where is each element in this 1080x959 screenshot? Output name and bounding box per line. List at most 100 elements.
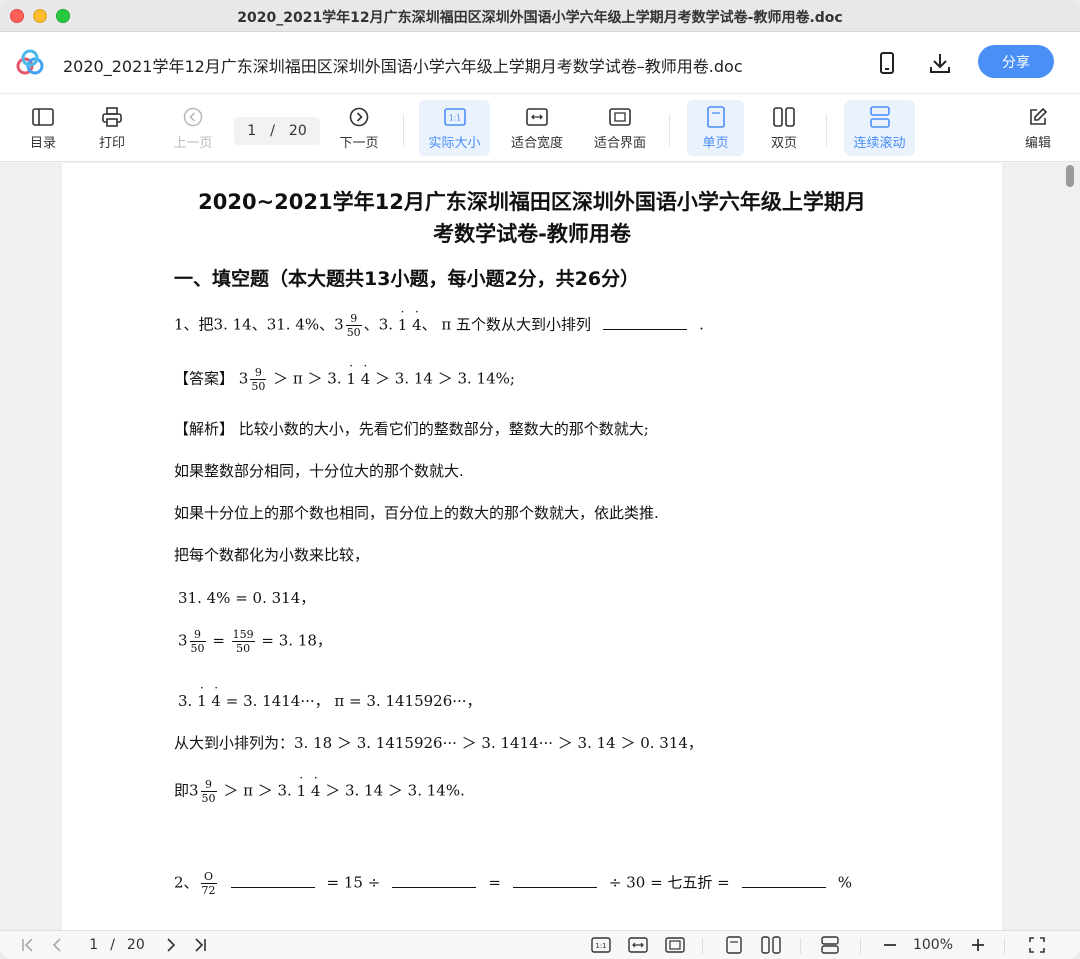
double-page-icon — [773, 106, 795, 128]
question-2: 2、 O 72 = 15 ÷ = ÷ 30 = 七五折 =% — [174, 870, 853, 897]
download-button[interactable] — [927, 50, 953, 76]
title-bar: 2020_2021学年12月广东深圳福田区深圳外国语小学六年级上学期月考数学试卷… — [0, 0, 1080, 32]
continuous-scroll-label: 连续滚动 — [853, 135, 906, 151]
status-divider — [800, 938, 801, 954]
fullscreen-icon — [1029, 937, 1045, 953]
edit-button[interactable]: 编辑 — [1017, 100, 1059, 156]
actual-size-small-button[interactable]: 1:1 — [590, 935, 612, 955]
status-divider — [860, 938, 861, 954]
doc-title-line1: 2020~2021学年12月广东深圳福田区深圳外国语小学六年级上学期月 — [198, 190, 866, 214]
chevron-right-circle-icon — [348, 106, 370, 128]
prev-page-button[interactable]: 上一页 — [166, 100, 220, 156]
fullscreen-button[interactable] — [1026, 935, 1048, 955]
chevron-right-icon — [167, 938, 176, 952]
zoom-in-button[interactable] — [968, 935, 988, 955]
double-page-button[interactable]: 双页 — [760, 100, 808, 156]
edit-label: 编辑 — [1024, 135, 1051, 151]
first-page-icon — [22, 938, 33, 952]
chevron-left-circle-icon — [182, 106, 204, 128]
fit-window-icon — [665, 937, 685, 953]
next-page-button[interactable]: 下一页 — [332, 100, 386, 156]
answer-blank — [512, 886, 597, 888]
scrollbar-thumb[interactable] — [1066, 165, 1074, 187]
next-page-small-button[interactable] — [162, 935, 180, 955]
edit-icon — [1027, 106, 1049, 128]
actual-size-icon: 1:1 — [443, 106, 466, 128]
double-page-small-button[interactable] — [760, 935, 782, 955]
continuous-scroll-small-button[interactable] — [820, 935, 840, 955]
section-heading: 一、填空题（本大题共13小题，每小题2分，共26分） — [174, 268, 640, 290]
calc-line-3: 3. 1 4 = 3. 1414···， π = 3. 1415926···， — [178, 690, 482, 711]
single-page-button[interactable]: 单页 — [687, 100, 744, 156]
mobile-view-button[interactable] — [874, 50, 900, 76]
actual-size-label: 实际大小 — [428, 135, 481, 151]
share-button[interactable]: 分享 — [978, 45, 1054, 78]
zoom-out-button[interactable] — [880, 935, 900, 955]
zoom-level[interactable]: 100% — [908, 935, 958, 955]
status-bar: 1 / 20 1:1 100% — [0, 930, 1080, 959]
fit-width-button[interactable]: 适合宽度 — [505, 100, 569, 156]
fit-window-icon — [609, 106, 631, 128]
doc-title-line2: 考数学试卷-教师用卷 — [433, 222, 631, 246]
svg-text:1:1: 1:1 — [448, 113, 460, 122]
fit-window-button[interactable]: 适合界面 — [588, 100, 652, 156]
fit-window-small-button[interactable] — [664, 935, 686, 955]
calc-line-1: 31. 4% = 0. 314， — [178, 589, 316, 607]
toolbar-divider — [403, 114, 404, 146]
fit-width-small-button[interactable] — [627, 935, 649, 955]
total-pages: 20 — [288, 123, 307, 139]
continuous-scroll-icon — [821, 936, 839, 954]
page-separator: / — [270, 123, 275, 139]
document-viewport[interactable]: 2020~2021学年12月广东深圳福田区深圳外国语小学六年级上学期月 考数学试… — [0, 163, 1080, 930]
toolbar-divider — [669, 114, 670, 146]
next-page-label: 下一页 — [339, 135, 379, 151]
single-page-small-button[interactable] — [724, 935, 744, 955]
toc-button[interactable]: 目录 — [22, 100, 64, 156]
answer-blank — [603, 328, 688, 330]
question-1: 1、把3. 14、31. 4%、3950、3. 1 4、 π 五个数从大到小排列… — [174, 312, 704, 339]
continuous-scroll-button[interactable]: 连续滚动 — [844, 100, 915, 156]
answer-blank — [230, 886, 315, 888]
answer-blank — [392, 886, 477, 888]
app-logo-icon — [14, 49, 46, 77]
toc-icon — [32, 106, 54, 128]
single-page-icon — [726, 936, 742, 954]
document-page: 2020~2021学年12月广东深圳福田区深圳外国语小学六年级上学期月 考数学试… — [62, 163, 1002, 930]
fit-width-label: 适合宽度 — [510, 135, 563, 151]
fit-width-icon — [526, 106, 548, 128]
status-total-pages: 20 — [126, 937, 145, 953]
printer-icon — [101, 106, 123, 128]
print-label: 打印 — [98, 135, 125, 151]
window-title: 2020_2021学年12月广东深圳福田区深圳外国语小学六年级上学期月考数学试卷… — [237, 10, 843, 26]
vertical-scrollbar[interactable] — [1062, 163, 1076, 930]
print-button[interactable]: 打印 — [92, 100, 132, 156]
single-page-icon — [705, 105, 727, 128]
last-page-button[interactable] — [190, 935, 210, 955]
analysis-line-3: 如果十分位上的那个数也相同，百分位上的数大的那个数就大，依此类推. — [174, 504, 659, 522]
current-page: 1 — [247, 123, 257, 139]
minus-icon — [884, 944, 896, 946]
actual-size-button[interactable]: 1:1 实际大小 — [419, 100, 490, 156]
analysis-line-2: 如果整数部分相同，十分位大的那个数就大. — [174, 462, 464, 480]
order-line: 从大到小排列为：3. 18 ＞ 3. 1415926··· ＞ 3. 1414·… — [174, 734, 703, 752]
toc-label: 目录 — [29, 135, 56, 151]
app-window: 2020_2021学年12月广东深圳福田区深圳外国语小学六年级上学期月考数学试卷… — [0, 0, 1080, 959]
fit-window-label: 适合界面 — [593, 135, 646, 151]
analysis-line-4: 把每个数都化为小数来比较， — [174, 546, 370, 564]
continuous-scroll-icon — [869, 105, 891, 128]
document-header: 2020_2021学年12月广东深圳福田区深圳外国语小学六年级上学期月考数学试卷… — [0, 32, 1080, 94]
analysis-line-1: 【解析】 比较小数的大小，先看它们的整数部分，整数大的那个数就大; — [174, 420, 649, 438]
phone-icon — [880, 52, 894, 74]
double-page-label: 双页 — [770, 135, 797, 151]
page-indicator[interactable]: 1 / 20 — [82, 935, 152, 955]
page-number-input[interactable]: 1 / 20 — [234, 117, 320, 145]
prev-page-small-button[interactable] — [48, 935, 66, 955]
download-icon — [930, 54, 950, 73]
status-divider — [702, 938, 703, 954]
plus-icon — [972, 939, 984, 951]
first-page-button[interactable] — [18, 935, 38, 955]
prev-page-label: 上一页 — [173, 135, 213, 151]
double-page-icon — [761, 936, 781, 954]
conclusion-line: 即3950 ＞ π ＞ 3. 1 4 ＞ 3. 14 ＞ 3. 14%. — [174, 778, 465, 805]
chevron-left-icon — [52, 938, 61, 952]
